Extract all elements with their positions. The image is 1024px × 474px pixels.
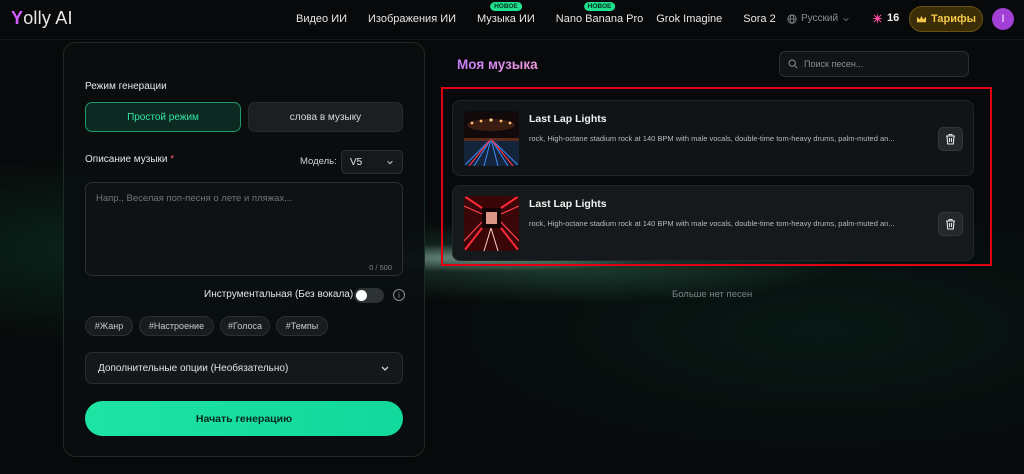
nav-video-label: Видео ИИ <box>296 13 348 25</box>
nav-music[interactable]: НОВОЕ Музыка ИИ <box>477 2 535 25</box>
song-description: rock, High-octane stadium rock at 140 BP… <box>529 219 895 228</box>
lyrics-mode-label: слова в музыку <box>289 111 362 123</box>
generation-panel: Режим генерации Простой режим слова в му… <box>63 42 425 457</box>
search-icon <box>788 59 798 69</box>
tariffs-label: Тарифы <box>930 13 977 25</box>
nav-music-label: Музыка ИИ <box>477 13 535 25</box>
language-selector[interactable]: Русский <box>787 13 850 24</box>
nav-images[interactable]: Изображения ИИ <box>368 13 456 25</box>
tag-tempo-label: #Темпы <box>285 321 319 331</box>
nav-nano-banana-label: Nano Banana Pro <box>555 13 644 25</box>
nav-sora[interactable]: Sora 2 <box>743 13 775 25</box>
tag-mood[interactable]: #Настроение <box>139 316 214 336</box>
lyrics-mode-button[interactable]: слова в музыку <box>248 102 403 132</box>
trash-icon <box>946 218 955 230</box>
new-badge: НОВОЕ <box>583 2 616 11</box>
song-card[interactable]: Last Lap Lights rock, High-octane stadiu… <box>452 185 974 261</box>
my-music-title: Моя музыка <box>457 57 538 72</box>
toggle-knob <box>356 290 367 301</box>
nav-nano-banana[interactable]: НОВОЕ Nano Banana Pro <box>555 2 644 25</box>
nav-grok-label: Grok Imagine <box>656 13 723 25</box>
tag-voices-label: #Голоса <box>228 321 262 331</box>
song-title: Last Lap Lights <box>529 198 607 210</box>
logo-text: olly AI <box>23 8 73 28</box>
info-icon[interactable]: i <box>393 289 405 301</box>
simple-mode-button[interactable]: Простой режим <box>85 102 241 132</box>
tag-genre-label: #Жанр <box>94 321 124 331</box>
logo[interactable]: Yolly AI <box>11 8 73 29</box>
avatar[interactable]: I <box>992 8 1014 30</box>
tag-tempo[interactable]: #Темпы <box>276 316 328 336</box>
tag-mood-label: #Настроение <box>148 321 205 331</box>
start-generation-label: Начать генерацию <box>195 412 293 425</box>
chevron-down-icon <box>381 366 389 371</box>
song-title: Last Lap Lights <box>529 113 607 125</box>
instrumental-toggle[interactable] <box>354 288 384 303</box>
model-label: Модель: <box>300 156 337 167</box>
description-placeholder: Напр., Веселая поп-песня о лете и пляжах… <box>96 193 293 204</box>
top-header: Yolly AI Видео ИИ Изображения ИИ НОВОЕ М… <box>0 0 1024 40</box>
char-counter: 0 / 500 <box>369 263 392 272</box>
search-placeholder: Поиск песен... <box>804 59 864 69</box>
new-badge: НОВОЕ <box>490 2 522 11</box>
song-cover-image <box>464 196 519 251</box>
description-label: Описание музыки * <box>85 154 174 165</box>
simple-mode-label: Простой режим <box>127 111 199 123</box>
language-label: Русский <box>801 13 839 24</box>
advanced-options-label: Дополнительные опции (Необязательно) <box>98 362 289 374</box>
song-search-input[interactable]: Поиск песен... <box>779 51 969 77</box>
model-value: V5 <box>350 156 363 168</box>
required-mark: * <box>170 154 175 165</box>
logo-mark: Y <box>11 8 24 28</box>
song-description: rock, High-octane stadium rock at 140 BP… <box>529 134 895 143</box>
instrumental-label: Инструментальная (Без вокала) <box>204 289 354 300</box>
description-label-text: Описание музыки <box>85 154 168 165</box>
credits-counter[interactable]: 16 <box>872 12 899 24</box>
crown-icon <box>916 15 926 22</box>
advanced-options-dropdown[interactable]: Дополнительные опции (Необязательно) <box>85 352 403 384</box>
chevron-down-icon <box>387 160 393 165</box>
song-cover-image <box>464 111 519 166</box>
start-generation-button[interactable]: Начать генерацию <box>85 401 403 436</box>
tag-genre[interactable]: #Жанр <box>85 316 133 336</box>
delete-song-button[interactable] <box>938 127 963 151</box>
chevron-down-icon <box>843 17 849 21</box>
trash-icon <box>946 133 955 145</box>
nav-sora-label: Sora 2 <box>743 13 776 25</box>
sparkle-icon <box>872 12 883 24</box>
tag-voices[interactable]: #Голоса <box>220 316 270 336</box>
tariffs-button[interactable]: Тарифы <box>909 6 983 32</box>
model-select[interactable]: V5 <box>341 150 403 174</box>
nav-video[interactable]: Видео ИИ <box>296 13 347 25</box>
music-description-input[interactable]: Напр., Веселая поп-песня о лете и пляжах… <box>85 182 403 276</box>
nav-grok[interactable]: Grok Imagine <box>656 13 722 25</box>
credits-value: 16 <box>887 12 900 24</box>
mode-label: Режим генерации <box>85 81 167 92</box>
song-card[interactable]: Last Lap Lights rock, High-octane stadiu… <box>452 100 974 176</box>
avatar-letter: I <box>1001 13 1005 25</box>
delete-song-button[interactable] <box>938 212 963 236</box>
no-more-songs-text: Больше нет песен <box>672 289 753 300</box>
nav-images-label: Изображения ИИ <box>368 13 457 25</box>
main-nav: Видео ИИ Изображения ИИ НОВОЕ Музыка ИИ … <box>296 2 776 25</box>
globe-icon <box>787 13 797 24</box>
